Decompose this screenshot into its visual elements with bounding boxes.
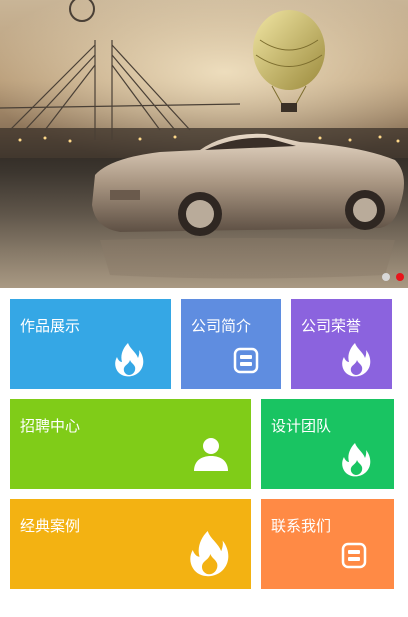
tile-design-team[interactable]: 设计团队 xyxy=(261,399,394,489)
carousel-dot[interactable] xyxy=(382,273,390,281)
tile-label: 经典案例 xyxy=(20,517,81,535)
document-icon xyxy=(233,347,259,378)
carousel-dots xyxy=(382,273,404,281)
tile-contact-us[interactable]: 联系我们 xyxy=(261,499,394,589)
tile-label: 公司荣誉 xyxy=(301,317,362,335)
flame-icon xyxy=(188,531,230,581)
car-photo xyxy=(0,0,408,288)
tile-recruitment[interactable]: 招聘中心 xyxy=(10,399,251,489)
tile-label: 招聘中心 xyxy=(20,417,81,435)
tile-label: 作品展示 xyxy=(20,317,81,335)
carousel-dot-active[interactable] xyxy=(396,273,404,281)
tile-label: 联系我们 xyxy=(271,517,332,535)
tile-label: 设计团队 xyxy=(271,417,332,435)
tile-classic-cases[interactable]: 经典案例 xyxy=(10,499,251,589)
tile-label: 公司简介 xyxy=(191,317,252,335)
document-icon xyxy=(341,542,367,573)
tile-company-honors[interactable]: 公司荣誉 xyxy=(291,299,392,389)
user-icon xyxy=(192,437,230,475)
flame-icon xyxy=(341,443,371,481)
tile-works[interactable]: 作品展示 xyxy=(10,299,171,389)
flame-icon xyxy=(114,343,144,381)
flame-icon xyxy=(341,343,371,381)
banner-carousel[interactable] xyxy=(0,0,408,288)
tile-company-profile[interactable]: 公司简介 xyxy=(181,299,281,389)
